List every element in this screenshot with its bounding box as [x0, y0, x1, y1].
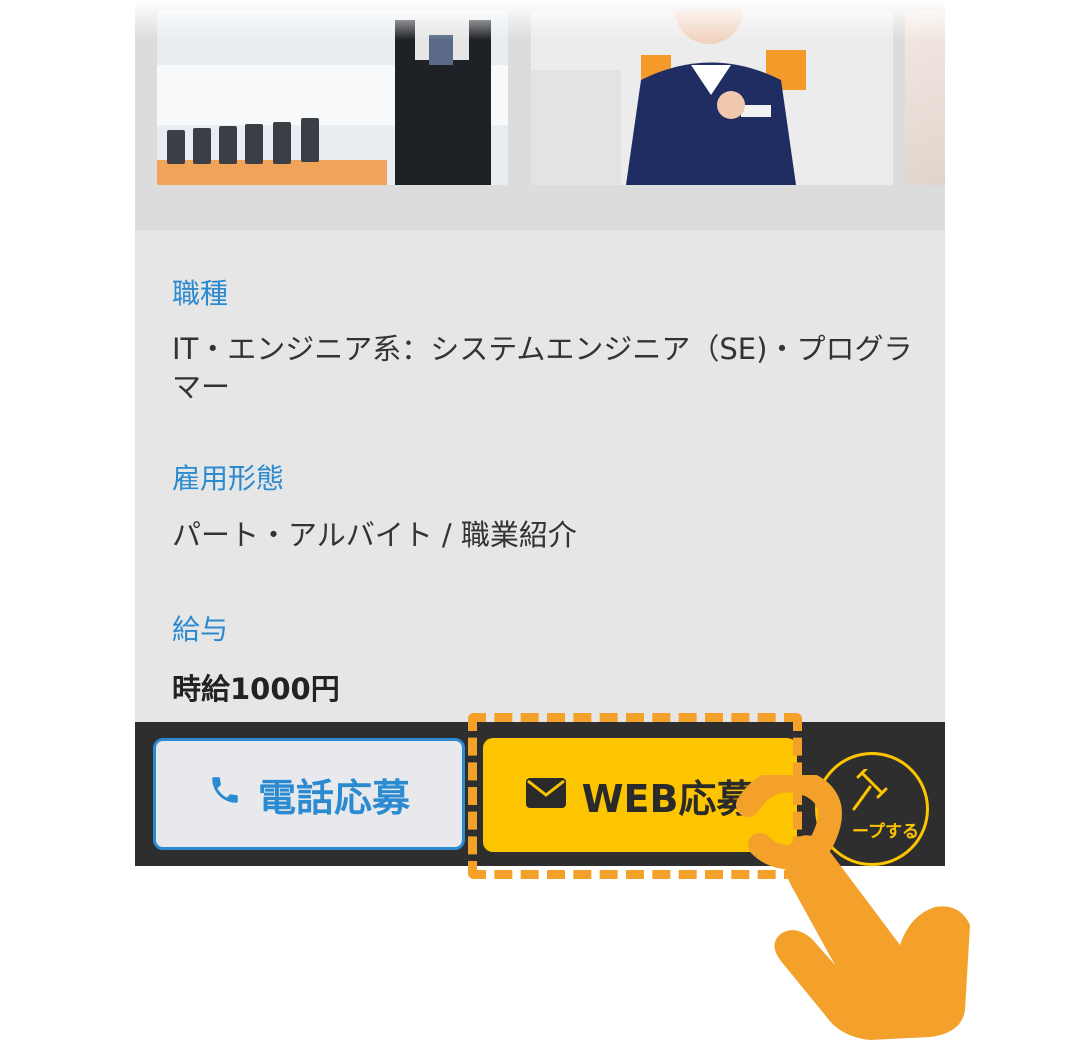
photo-gallery[interactable] — [135, 0, 945, 230]
employment-label: 雇用形態 — [172, 462, 285, 495]
salary-label: 給与 — [172, 613, 229, 646]
job-type-value: IT・エンジニア系：システムエンジニア（SE)・プログラマー — [172, 332, 913, 404]
hand-pointer-icon — [736, 775, 970, 1040]
employment-value: パート・アルバイト / 職業紹介 — [172, 518, 577, 552]
call-apply-label: 電話応募 — [257, 775, 410, 820]
phone-icon — [208, 772, 242, 816]
salary-value: 時給1000円 — [172, 672, 340, 706]
job-type-label: 職種 — [172, 277, 229, 310]
top-fade — [135, 0, 945, 40]
call-apply-button[interactable]: 電話応募 — [153, 738, 465, 850]
